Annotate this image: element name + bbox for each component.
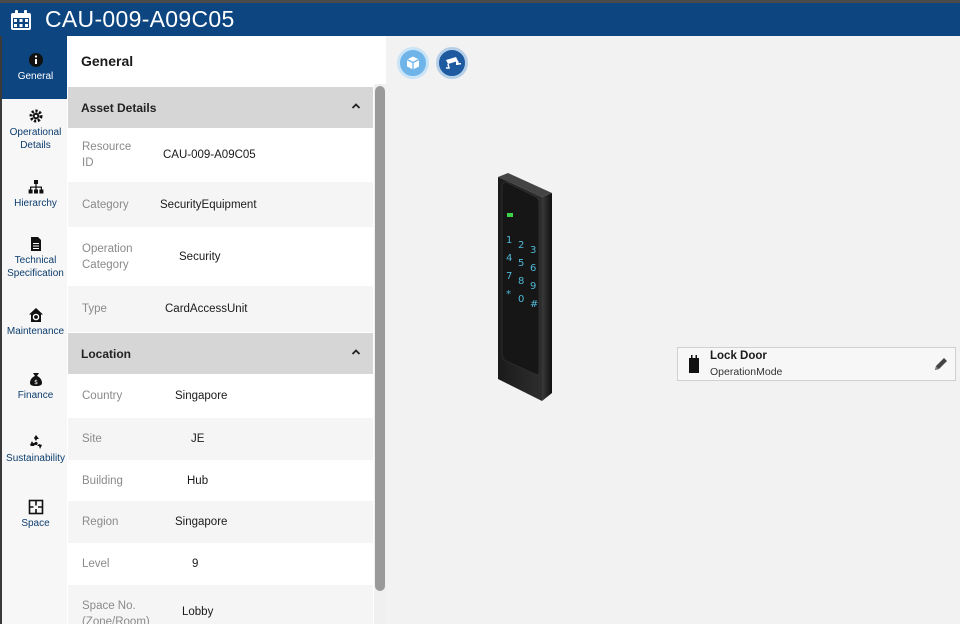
detail-value: Singapore <box>175 390 228 402</box>
detail-label: Space No. (Zone/Room) <box>82 600 150 624</box>
document-icon <box>30 237 41 251</box>
detail-value: Security <box>179 250 221 263</box>
detail-label: Site <box>82 433 102 445</box>
keypad-key: 1 <box>506 235 512 246</box>
house-gear-icon <box>28 308 43 322</box>
title-bar: CAU-009-A09C05 <box>0 0 960 36</box>
gear-icon <box>29 109 42 123</box>
nav-label: Operational Details <box>9 127 62 151</box>
card-access-unit-model[interactable]: 1 2 3 4 5 6 7 8 9 * 0 # <box>490 171 560 411</box>
nav-label: Finance <box>17 390 54 401</box>
cctv-view-button[interactable] <box>436 47 468 79</box>
left-nav: General Operational Details Hierarchy Te… <box>0 36 69 624</box>
status-card[interactable]: Lock Door OperationMode <box>677 347 956 381</box>
recycle-icon <box>29 435 42 449</box>
door-icon <box>689 355 699 373</box>
nav-item-sustainability[interactable]: Sustainability <box>2 434 69 465</box>
detail-value: Lobby <box>182 606 214 618</box>
chevron-up-icon[interactable] <box>351 348 361 356</box>
nav-item-technical-specification[interactable]: Technical Specification <box>2 236 69 280</box>
nav-label: Sustainability <box>6 453 65 464</box>
page-title: CAU-009-A09C05 <box>45 6 235 32</box>
keypad-key: 6 <box>530 263 536 274</box>
keypad-key: 7 <box>506 271 512 282</box>
detail-label: Operation Category <box>82 242 133 271</box>
detail-row: Building Hub <box>68 460 373 501</box>
detail-row: Level 9 <box>68 543 373 585</box>
detail-row: Site JE <box>68 418 373 460</box>
calendar-icon <box>11 9 31 30</box>
keypad-key: # <box>530 299 538 310</box>
nav-item-maintenance[interactable]: Maintenance <box>2 307 69 338</box>
detail-row: Space No. (Zone/Room) Lobby <box>68 585 373 624</box>
detail-label: Level <box>82 558 110 570</box>
details-panel: General Asset Details Resource ID CAU-00… <box>67 36 386 624</box>
detail-row: Country Singapore <box>68 374 373 418</box>
nav-label: General <box>17 71 54 82</box>
keypad-key: 0 <box>518 294 524 305</box>
section-title: Asset Details <box>81 100 157 115</box>
detail-row: Operation Category Security <box>68 227 373 286</box>
detail-label: Region <box>82 516 119 528</box>
nav-item-finance[interactable]: $ Finance <box>2 371 69 402</box>
pencil-icon[interactable] <box>933 356 949 372</box>
panel-title: General <box>81 53 134 69</box>
nav-label: Space <box>21 518 50 529</box>
section-title: Location <box>81 346 131 361</box>
detail-value: CAU-009-A09C05 <box>163 149 256 161</box>
scrollbar-thumb[interactable] <box>375 86 385 591</box>
detail-label: Country <box>82 390 123 402</box>
detail-value: JE <box>191 433 205 445</box>
money-bag-icon: $ <box>29 373 42 386</box>
detail-row: Resource ID CAU-009-A09C05 <box>68 128 373 182</box>
keypad-key: 2 <box>518 240 524 251</box>
keypad-key: * <box>506 289 511 300</box>
status-name: Lock Door <box>710 350 767 362</box>
cube-view-button[interactable] <box>397 47 429 79</box>
nav-item-hierarchy[interactable]: Hierarchy <box>2 179 69 210</box>
nav-item-space[interactable]: Space <box>2 499 69 530</box>
detail-value: Singapore <box>175 516 228 528</box>
svg-text:$: $ <box>34 379 38 386</box>
detail-label: Resource ID <box>82 141 132 169</box>
detail-row: Region Singapore <box>68 501 373 543</box>
info-icon <box>28 53 43 67</box>
detail-label: Type <box>82 303 107 315</box>
keypad-key: 9 <box>530 281 536 292</box>
nav-label: Technical Specification <box>7 255 64 279</box>
keypad-key: 8 <box>518 276 524 287</box>
floorplan-icon <box>28 499 43 515</box>
detail-value: 9 <box>192 558 199 570</box>
keypad-key: 5 <box>518 258 524 269</box>
keypad-key: 4 <box>506 253 512 264</box>
detail-row: Category SecurityEquipment <box>68 182 373 227</box>
cube-icon <box>406 56 420 70</box>
detail-value: Hub <box>187 474 209 487</box>
nav-label: Hierarchy <box>14 198 57 209</box>
detail-row: Type CardAccessUnit <box>68 286 373 332</box>
nav-item-operational-details[interactable]: Operational Details <box>2 108 69 152</box>
detail-label: Building <box>82 474 123 487</box>
nav-label: Maintenance <box>6 326 65 337</box>
section-header-asset-details[interactable]: Asset Details <box>68 87 373 128</box>
keypad-key: 3 <box>530 245 536 256</box>
hierarchy-icon <box>28 180 43 194</box>
chevron-up-icon[interactable] <box>351 102 361 110</box>
section-header-location[interactable]: Location <box>68 333 373 374</box>
model-viewer[interactable]: 1 2 3 4 5 6 7 8 9 * 0 # Lock Door OperationMode <box>386 36 960 624</box>
detail-value: SecurityEquipment <box>160 198 257 211</box>
detail-label: Category <box>82 198 129 211</box>
detail-value: CardAccessUnit <box>165 303 248 315</box>
cctv-camera-icon <box>446 57 461 69</box>
nav-item-general[interactable]: General <box>2 36 69 99</box>
status-mode: OperationMode <box>710 366 783 378</box>
status-led <box>507 213 513 217</box>
